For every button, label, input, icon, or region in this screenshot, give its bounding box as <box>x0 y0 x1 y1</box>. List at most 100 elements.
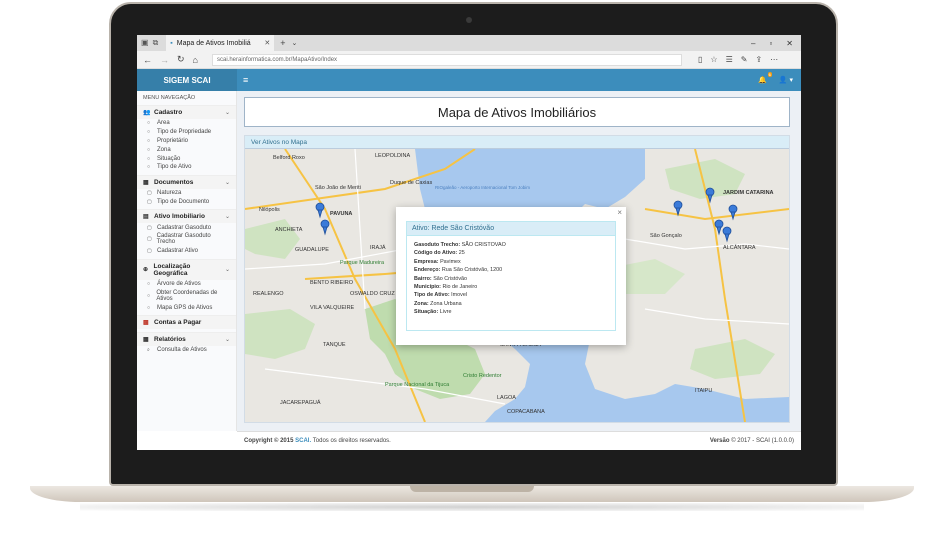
circle-icon: ○ <box>147 129 151 136</box>
map-label: ITAIPU <box>695 388 712 394</box>
minimize-icon[interactable]: – <box>751 39 755 48</box>
sidebar-section-documentos[interactable]: ▦ Documentos ⌄ <box>137 174 236 189</box>
sidebar-header: MENU NAVEGAÇÃO <box>143 95 196 101</box>
footer: Copyright © 2015 SCAI. Todos os direitos… <box>237 431 801 450</box>
calendar-icon: ▩ <box>143 319 149 326</box>
tab-back-icon[interactable]: ⧉ <box>153 38 159 48</box>
table-icon: ▦ <box>143 336 149 343</box>
rights-text: Todos os direitos reservados. <box>312 438 391 444</box>
file-icon: ▢ <box>147 224 152 231</box>
map-label: Parque Madureira <box>340 260 385 266</box>
map-label: JARDIM CATARINA <box>723 190 774 196</box>
sidebar-toggle-icon[interactable]: ≡ <box>243 75 248 85</box>
list-icon: ▤ <box>143 214 149 221</box>
sidebar-item-zona[interactable]: ○ Zona <box>137 145 236 154</box>
sidebar-section-relatorios[interactable]: ▦ Relatórios ⌄ <box>137 331 236 346</box>
asset-field: Zona: Zona Urbana <box>414 300 462 307</box>
search-icon: ⌕ <box>147 347 150 354</box>
asset-field: Tipo de Ativo: Imovel <box>414 292 468 299</box>
version-text: Versão © 2017 - SCAI (1.0.0.0) <box>709 438 794 444</box>
sidebar-item-proprietario[interactable]: ○ Proprietário <box>137 137 236 146</box>
sidebar-item-arvore-ativos[interactable]: ○ Árvore de Ativos <box>137 280 236 289</box>
tab-close-icon[interactable]: ✕ <box>264 39 270 47</box>
map-label: GUADALUPE <box>295 247 329 253</box>
reading-view-icon[interactable]: ▯ <box>698 55 702 64</box>
footer-brand-link[interactable]: SCAI. <box>295 438 311 444</box>
map-label: BENTO RIBEIRO <box>310 280 354 286</box>
circle-icon: ○ <box>147 280 151 287</box>
map-label: TANQUE <box>323 342 346 348</box>
tab-dropdown-icon[interactable]: ⌄ <box>292 39 298 47</box>
map-view[interactable]: Belford Roxo LEOPOLDINA São João de Meri… <box>245 149 789 422</box>
favorites-hub-icon[interactable]: ☰ <box>726 55 733 64</box>
new-tab-icon[interactable]: + <box>280 38 285 48</box>
notifications-bell-icon[interactable]: 🔔 6 <box>758 72 772 84</box>
sidebar-item-cadastrar-ativo[interactable]: ▢ Cadastrar Ativo <box>137 247 236 256</box>
map-label: IRAJÁ <box>370 244 386 251</box>
chevron-down-icon: ⌄ <box>224 179 230 186</box>
map-panel: Ver Ativos no Mapa Belford Roxo LEOPOLDI… <box>244 135 790 423</box>
file-icon: ▢ <box>147 236 152 243</box>
sidebar-section-contas-pagar[interactable]: ▩ Contas a Pagar <box>137 314 236 329</box>
window-close-icon[interactable]: ✕ <box>786 39 793 48</box>
book-icon: ▦ <box>143 179 149 186</box>
map-label: JACAREPAGUÁ <box>280 399 321 406</box>
sidebar-item-consulta-ativos[interactable]: ⌕ Consulta de Ativos <box>137 346 236 355</box>
browser-tab[interactable]: ▪ Mapa de Ativos Imobiliá ✕ <box>166 35 275 51</box>
sidebar-item-cadastrar-gasoduto[interactable]: ▢ Cadastrar Gasoduto <box>137 223 236 232</box>
sidebar-item-cadastrar-gasoduto-trecho[interactable]: ▢ Cadastrar Gasoduto Trecho <box>137 232 236 247</box>
forward-icon[interactable]: → <box>160 55 169 65</box>
circle-icon: ○ <box>147 292 151 299</box>
map-label: Nilópolis <box>259 207 280 213</box>
refresh-icon[interactable]: ↻ <box>177 54 185 65</box>
circle-icon: ○ <box>147 304 151 311</box>
map-label: ANCHIETA <box>275 227 303 233</box>
asset-field: Código do Ativo: 25 <box>414 250 465 257</box>
file-icon: ▢ <box>147 190 152 197</box>
share-icon[interactable]: ⇪ <box>755 55 762 64</box>
sidebar-section-cadastro[interactable]: 👥 Cadastro ⌄ <box>137 105 236 119</box>
back-icon[interactable]: ← <box>143 55 152 65</box>
sidebar-item-situacao[interactable]: ○ Situação <box>137 154 236 163</box>
pen-icon[interactable]: ✎ <box>741 55 748 64</box>
sidebar-item-natureza[interactable]: ▢ Natureza <box>137 189 236 198</box>
circle-icon: ○ <box>147 120 151 127</box>
more-icon[interactable]: ⋯ <box>770 55 778 64</box>
map-label: PAVUNA <box>330 211 352 217</box>
url-input[interactable]: scai.herainformatica.com.br/MapaAtivo/In… <box>211 53 682 66</box>
close-icon[interactable]: × <box>617 208 622 217</box>
maximize-icon[interactable]: ▫ <box>769 39 772 48</box>
sidebar-item-obter-coordenadas[interactable]: ○ Obter Coordenadas de Ativos <box>137 288 236 303</box>
map-label: COPACABANA <box>507 409 545 415</box>
asset-info-window: × Ativo: Rede São Cristóvão Gasoduto Tre… <box>396 207 626 345</box>
chevron-down-icon: ⌄ <box>224 267 230 274</box>
sidebar-item-tipo-ativo[interactable]: ○ Tipo de Ativo <box>137 163 236 172</box>
map-label: Cristo Redentor <box>463 373 502 379</box>
app-header: SIGEM SCAI ≡ 🔔 6 👤 ▾ <box>137 69 801 91</box>
app-brand[interactable]: SIGEM SCAI <box>137 69 237 91</box>
user-menu-icon[interactable]: 👤 ▾ <box>779 76 793 84</box>
asset-field: Endereço: Rua São Cristóvão, 1200 <box>414 267 503 274</box>
sidebar-section-localizacao[interactable]: ⊕ Localização Geográfica ⌄ <box>137 258 236 280</box>
sidebar-item-tipo-propriedade[interactable]: ○ Tipo de Propriedade <box>137 128 236 137</box>
page-title: Mapa de Ativos Imobiliários <box>244 97 790 127</box>
home-icon[interactable]: ⌂ <box>193 55 198 65</box>
map-panel-title: Ver Ativos no Mapa <box>245 136 789 149</box>
map-label: REALENGO <box>253 291 284 297</box>
sidebar-item-area[interactable]: ○ Area <box>137 119 236 128</box>
sidebar-item-tipo-documento[interactable]: ▢ Tipo de Documento <box>137 197 236 206</box>
map-label: Parque Nacional da Tijuca <box>385 382 450 388</box>
favicon-icon: ▪ <box>170 39 173 47</box>
tab-list-icon[interactable]: ▣ <box>141 38 149 48</box>
laptop-shadow <box>80 503 864 511</box>
sidebar-item-mapa-gps[interactable]: ○ Mapa GPS de Ativos <box>137 303 236 312</box>
tab-title: Mapa de Ativos Imobiliá <box>176 39 251 47</box>
map-label: OSWALDO CRUZ <box>350 291 395 297</box>
circle-icon: ○ <box>147 164 151 171</box>
favorite-star-icon[interactable]: ☆ <box>710 55 717 64</box>
sidebar: MENU NAVEGAÇÃO 👥 Cadastro ⌄ ○ Area ○ Tipo … <box>137 91 237 431</box>
sidebar-section-ativo-imobiliario[interactable]: ▤ Ativo Imobiliario ⌄ <box>137 209 236 224</box>
asset-info-title: Ativo: Rede São Cristóvão <box>407 222 615 236</box>
map-label: Belford Roxo <box>273 155 305 161</box>
map-label: RIOgaleão - Aeroporto Internacional Tom … <box>435 185 530 190</box>
